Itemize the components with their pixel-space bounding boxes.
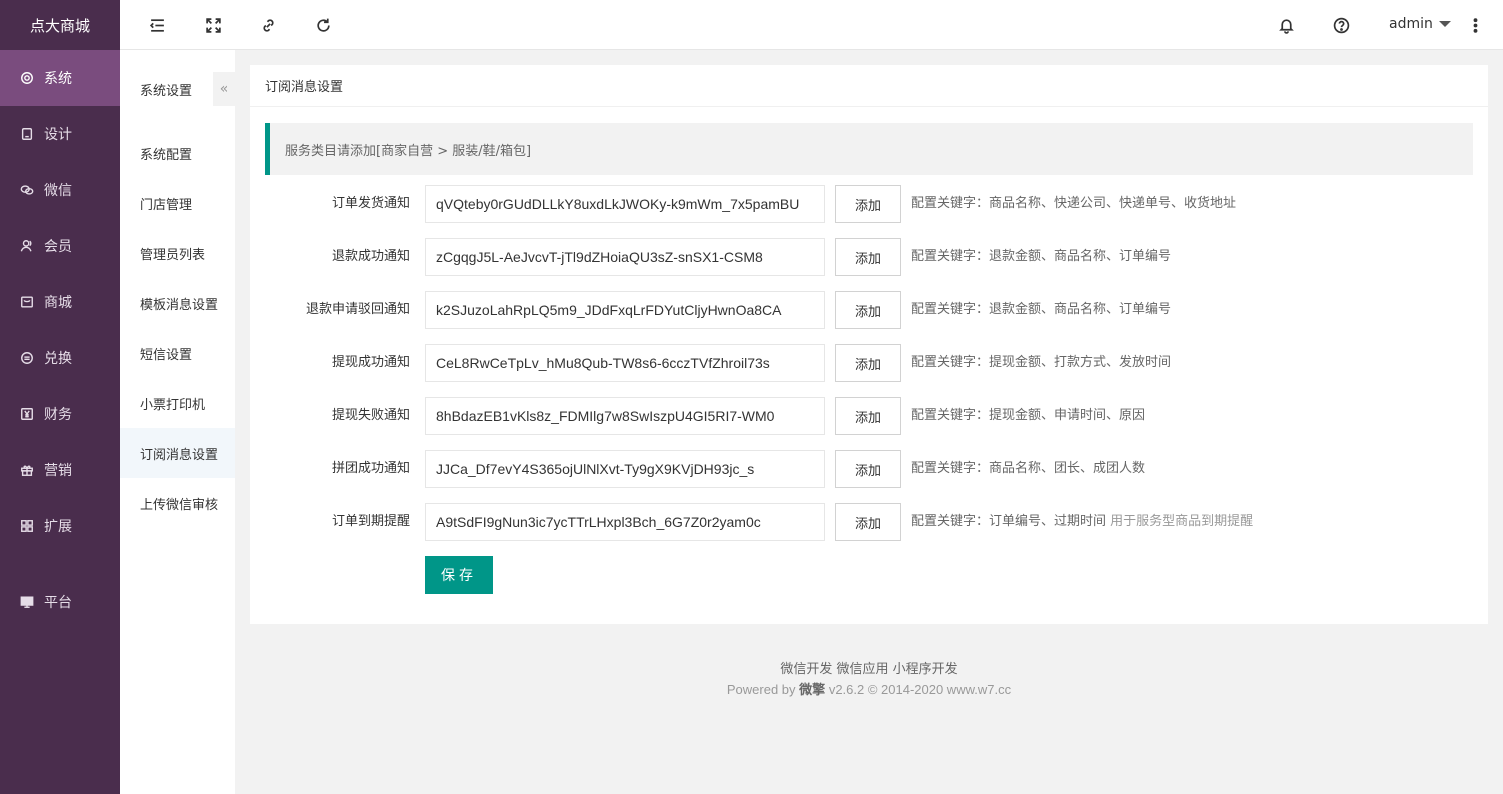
field-label: 提现成功通知	[331, 355, 410, 370]
top-header: admin	[120, 0, 1503, 50]
hint-extra: 用于服务型商品到期提醒	[1110, 514, 1254, 529]
keyword-hint: 配置关键字：退款金额、商品名称、订单编号	[911, 249, 1172, 264]
nav-item-label: 商城	[44, 295, 72, 311]
keyword-hint: 配置关键字：提现金额、申请时间、原因	[911, 408, 1146, 423]
help-icon[interactable]	[1331, 15, 1351, 35]
sub-sidebar: 系统设置 « 系统配置 门店管理 管理员列表 模板消息设置 短信设置 小票打印机…	[120, 50, 235, 794]
nav-item-member[interactable]: 会员	[0, 218, 120, 274]
shop-icon	[20, 295, 34, 309]
nav-gap	[0, 554, 120, 574]
form-row-withdraw-failed: 提现失败通知 添加 配置关键字：提现金额、申请时间、原因	[250, 397, 1488, 435]
field-label: 退款成功通知	[331, 249, 410, 264]
subnav-item-template-message[interactable]: 模板消息设置	[120, 278, 235, 328]
add-button[interactable]: 添加	[835, 503, 901, 541]
field-label: 拼团成功通知	[331, 461, 410, 476]
nav-item-label: 会员	[44, 239, 72, 255]
more-vertical-icon[interactable]	[1465, 15, 1485, 35]
brand-logo: 点大商城	[0, 0, 120, 50]
add-button[interactable]: 添加	[835, 185, 901, 223]
link-icon[interactable]	[258, 15, 278, 35]
username: admin	[1389, 16, 1433, 32]
nav-item-wechat[interactable]: 微信	[0, 162, 120, 218]
form-row-refund-success: 退款成功通知 添加 配置关键字：退款金额、商品名称、订单编号	[250, 238, 1488, 276]
nav-item-label: 兑换	[44, 351, 72, 367]
template-id-input[interactable]	[425, 450, 825, 488]
keyword-hint: 配置关键字：商品名称、团长、成团人数	[911, 461, 1146, 476]
nav-item-platform[interactable]: 平台	[0, 574, 120, 630]
subnav-item-subscribe-message[interactable]: 订阅消息设置	[120, 428, 235, 478]
card-title: 订阅消息设置	[250, 65, 1488, 107]
main-sidebar: 点大商城 系统 设计 微信 会员 商城 兑换 财务 营销 扩展 平台	[0, 0, 120, 794]
add-button[interactable]: 添加	[835, 450, 901, 488]
save-button[interactable]: 保存	[425, 556, 493, 594]
footer-links[interactable]: 微信开发 微信应用 小程序开发	[250, 660, 1488, 680]
template-id-input[interactable]	[425, 344, 825, 382]
gift-icon	[20, 463, 34, 477]
settings-card: 订阅消息设置 服务类目请添加[商家自营 > 服装/鞋/箱包] 订单发货通知 添加…	[250, 65, 1488, 624]
nav-item-marketing[interactable]: 营销	[0, 442, 120, 498]
add-button[interactable]: 添加	[835, 344, 901, 382]
menu-toggle-icon[interactable]	[147, 15, 167, 35]
subnav-item-wechat-review[interactable]: 上传微信审核	[120, 478, 235, 528]
user-menu[interactable]: admin	[1389, 16, 1451, 32]
template-id-input[interactable]	[425, 238, 825, 276]
nav-item-finance[interactable]: 财务	[0, 386, 120, 442]
subnav-item-admin-list[interactable]: 管理员列表	[120, 228, 235, 278]
nav-item-system[interactable]: 系统	[0, 50, 120, 106]
subnav-item-sms-settings[interactable]: 短信设置	[120, 328, 235, 378]
field-label: 提现失败通知	[331, 408, 410, 423]
nav-item-label: 设计	[44, 127, 72, 143]
wechat-icon	[20, 183, 34, 197]
add-button[interactable]: 添加	[835, 291, 901, 329]
nav-item-label: 平台	[44, 595, 72, 611]
add-button[interactable]: 添加	[835, 397, 901, 435]
nav-item-design[interactable]: 设计	[0, 106, 120, 162]
template-id-input[interactable]	[425, 397, 825, 435]
field-label: 订单发货通知	[331, 196, 410, 211]
form-row-refund-rejected: 退款申请驳回通知 添加 配置关键字：退款金额、商品名称、订单编号	[250, 291, 1488, 329]
tablet-icon	[20, 127, 34, 141]
form-row-order-shipped: 订单发货通知 添加 配置关键字：商品名称、快递公司、快递单号、收货地址	[250, 185, 1488, 223]
grid-icon	[20, 519, 34, 533]
nav-item-label: 系统	[44, 71, 72, 87]
user-icon	[20, 239, 34, 253]
bell-icon[interactable]	[1276, 15, 1296, 35]
nav-item-shop[interactable]: 商城	[0, 274, 120, 330]
exchange-icon	[20, 351, 34, 365]
monitor-icon	[20, 595, 34, 609]
subnav-item-store-management[interactable]: 门店管理	[120, 178, 235, 228]
field-label: 订单到期提醒	[331, 514, 410, 529]
add-button[interactable]: 添加	[835, 238, 901, 276]
template-id-input[interactable]	[425, 291, 825, 329]
keyword-hint: 配置关键字：订单编号、过期时间 用于服务型商品到期提醒	[911, 514, 1254, 529]
form-row-group-buy-success: 拼团成功通知 添加 配置关键字：商品名称、团长、成团人数	[250, 450, 1488, 488]
nav-item-label: 财务	[44, 407, 72, 423]
field-label: 退款申请驳回通知	[305, 302, 410, 317]
keyword-hint: 配置关键字：退款金额、商品名称、订单编号	[911, 302, 1172, 317]
caret-down-icon	[1438, 21, 1451, 27]
refresh-icon[interactable]	[313, 15, 333, 35]
page-footer: 微信开发 微信应用 小程序开发 Powered by 微擎 v2.6.2 © 2…	[250, 660, 1488, 700]
template-id-input[interactable]	[425, 503, 825, 541]
category-notice: 服务类目请添加[商家自营 > 服装/鞋/箱包]	[265, 123, 1473, 175]
form-row-order-expiry: 订单到期提醒 添加 配置关键字：订单编号、过期时间 用于服务型商品到期提醒	[250, 503, 1488, 541]
nav-item-label: 扩展	[44, 519, 72, 535]
form-row-withdraw-success: 提现成功通知 添加 配置关键字：提现金额、打款方式、发放时间	[250, 344, 1488, 382]
fullscreen-icon[interactable]	[203, 15, 223, 35]
gear-icon	[20, 71, 34, 85]
collapse-left-icon[interactable]: «	[213, 72, 235, 106]
keyword-hint: 配置关键字：商品名称、快递公司、快递单号、收货地址	[911, 196, 1237, 211]
subnav-item-receipt-printer[interactable]: 小票打印机	[120, 378, 235, 428]
nav-item-label: 营销	[44, 463, 72, 479]
template-id-input[interactable]	[425, 185, 825, 223]
nav-item-extension[interactable]: 扩展	[0, 498, 120, 554]
powered-by: Powered by 微擎 v2.6.2 © 2014-2020 www.w7.…	[726, 682, 1012, 697]
subnav-item-system-config[interactable]: 系统配置	[120, 128, 235, 178]
nav-item-label: 微信	[44, 183, 72, 199]
yen-icon	[20, 407, 34, 421]
keyword-hint: 配置关键字：提现金额、打款方式、发放时间	[911, 355, 1172, 370]
powered-brand: 微擎	[799, 682, 826, 697]
nav-item-exchange[interactable]: 兑换	[0, 330, 120, 386]
